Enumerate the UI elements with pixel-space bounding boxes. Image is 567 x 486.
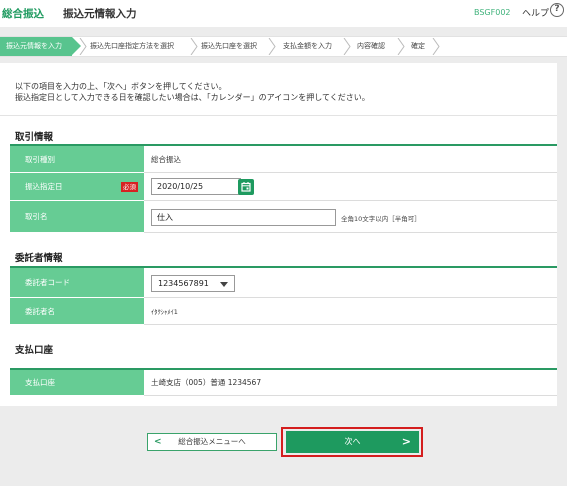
payment-account-row: 支払口座 土崎支店（005）普通 1234567 [10,370,557,396]
consignor-section-title: 委託者情報 [15,253,63,264]
transaction-name-note: 全角10文字以内［半角可］ [341,215,421,223]
calendar-glyph-icon [241,182,251,192]
main-panel: 以下の項目を入力の上、「次へ」ボタンを押してください。 振込指定日として入力でき… [0,63,557,406]
next-button-label: 次へ [344,437,361,446]
payment-section-title: 支払口座 [15,345,54,356]
consignor-name-value: ｲﾀｸｼｬﾒｲ1 [144,298,557,325]
consignor-code-selected: 1234567891 [158,279,209,288]
step-progress-bar: 振込元情報を入力 振込先口座指定方法を選択 振込先口座を選択 支払金額を入力 内… [0,36,567,57]
calendar-icon[interactable] [238,179,254,195]
step-separator-icon [268,38,276,55]
step-3: 振込先口座を選択 [201,42,257,50]
field-label: 取引種別 [10,146,144,173]
app-name: 総合振込 [2,8,44,20]
step-separator-icon [190,38,198,55]
transaction-name-row: 取引名 仕入 全角10文字以内［半角可］ [10,201,557,233]
header-bar: 総合振込 振込元情報入力 BSGF002 ヘルプ ? [0,0,567,27]
back-button-label: 総合振込メニューへ [178,437,246,446]
step-1: 振込元情報を入力 [0,37,81,56]
help-link[interactable]: ヘルプ [522,6,549,19]
screen-id: BSGF002 [474,8,511,17]
required-badge: 必須 [121,182,138,192]
consignor-code-select[interactable]: 1234567891 [151,275,235,292]
payment-account-value: 土崎支店（005）普通 1234567 [144,370,557,396]
chevron-down-icon [220,282,228,287]
chevron-right-icon: > [401,435,411,448]
transfer-date-input[interactable]: 2020/10/25 [151,178,241,195]
field-label: 支払口座 [10,370,144,396]
step-4: 支払金額を入力 [283,42,332,50]
step-5: 内容確認 [357,42,385,50]
consignor-name-row: 委託者名 ｲﾀｸｼｬﾒｲ1 [10,298,557,325]
back-to-menu-button[interactable]: < 総合振込メニューへ [147,433,277,451]
transaction-type-row: 取引種別 総合振込 [10,146,557,173]
step-separator-icon [432,38,440,55]
step-separator-icon [397,38,405,55]
divider [0,115,557,116]
help-question-icon[interactable]: ? [550,3,564,17]
field-label: 委託者名 [10,298,144,325]
step-separator-icon [79,38,87,55]
step-2: 振込先口座指定方法を選択 [90,42,174,50]
transaction-name-input[interactable]: 仕入 [151,209,336,226]
transaction-type-value: 総合振込 [144,146,557,173]
field-label: 委託者コード [10,268,144,298]
instruction-line: 以下の項目を入力の上、「次へ」ボタンを押してください。 [15,82,227,91]
chevron-left-icon: < [154,437,162,447]
consignor-code-row: 委託者コード 1234567891 [10,268,557,298]
field-label: 取引名 [10,201,144,233]
instructions: 以下の項目を入力の上、「次へ」ボタンを押してください。 振込指定日として入力でき… [15,81,370,103]
footer [0,406,557,486]
transfer-date-row: 振込指定日 必須 2020/10/25 [10,173,557,201]
next-button[interactable]: 次へ > [286,431,419,453]
step-6: 確定 [411,42,425,50]
instruction-line: 振込指定日として入力できる日を確認したい場合は、「カレンダー」のアイコンを押して… [15,93,370,102]
transaction-section-title: 取引情報 [15,132,54,143]
step-separator-icon [343,38,351,55]
page-title: 振込元情報入力 [63,8,137,20]
